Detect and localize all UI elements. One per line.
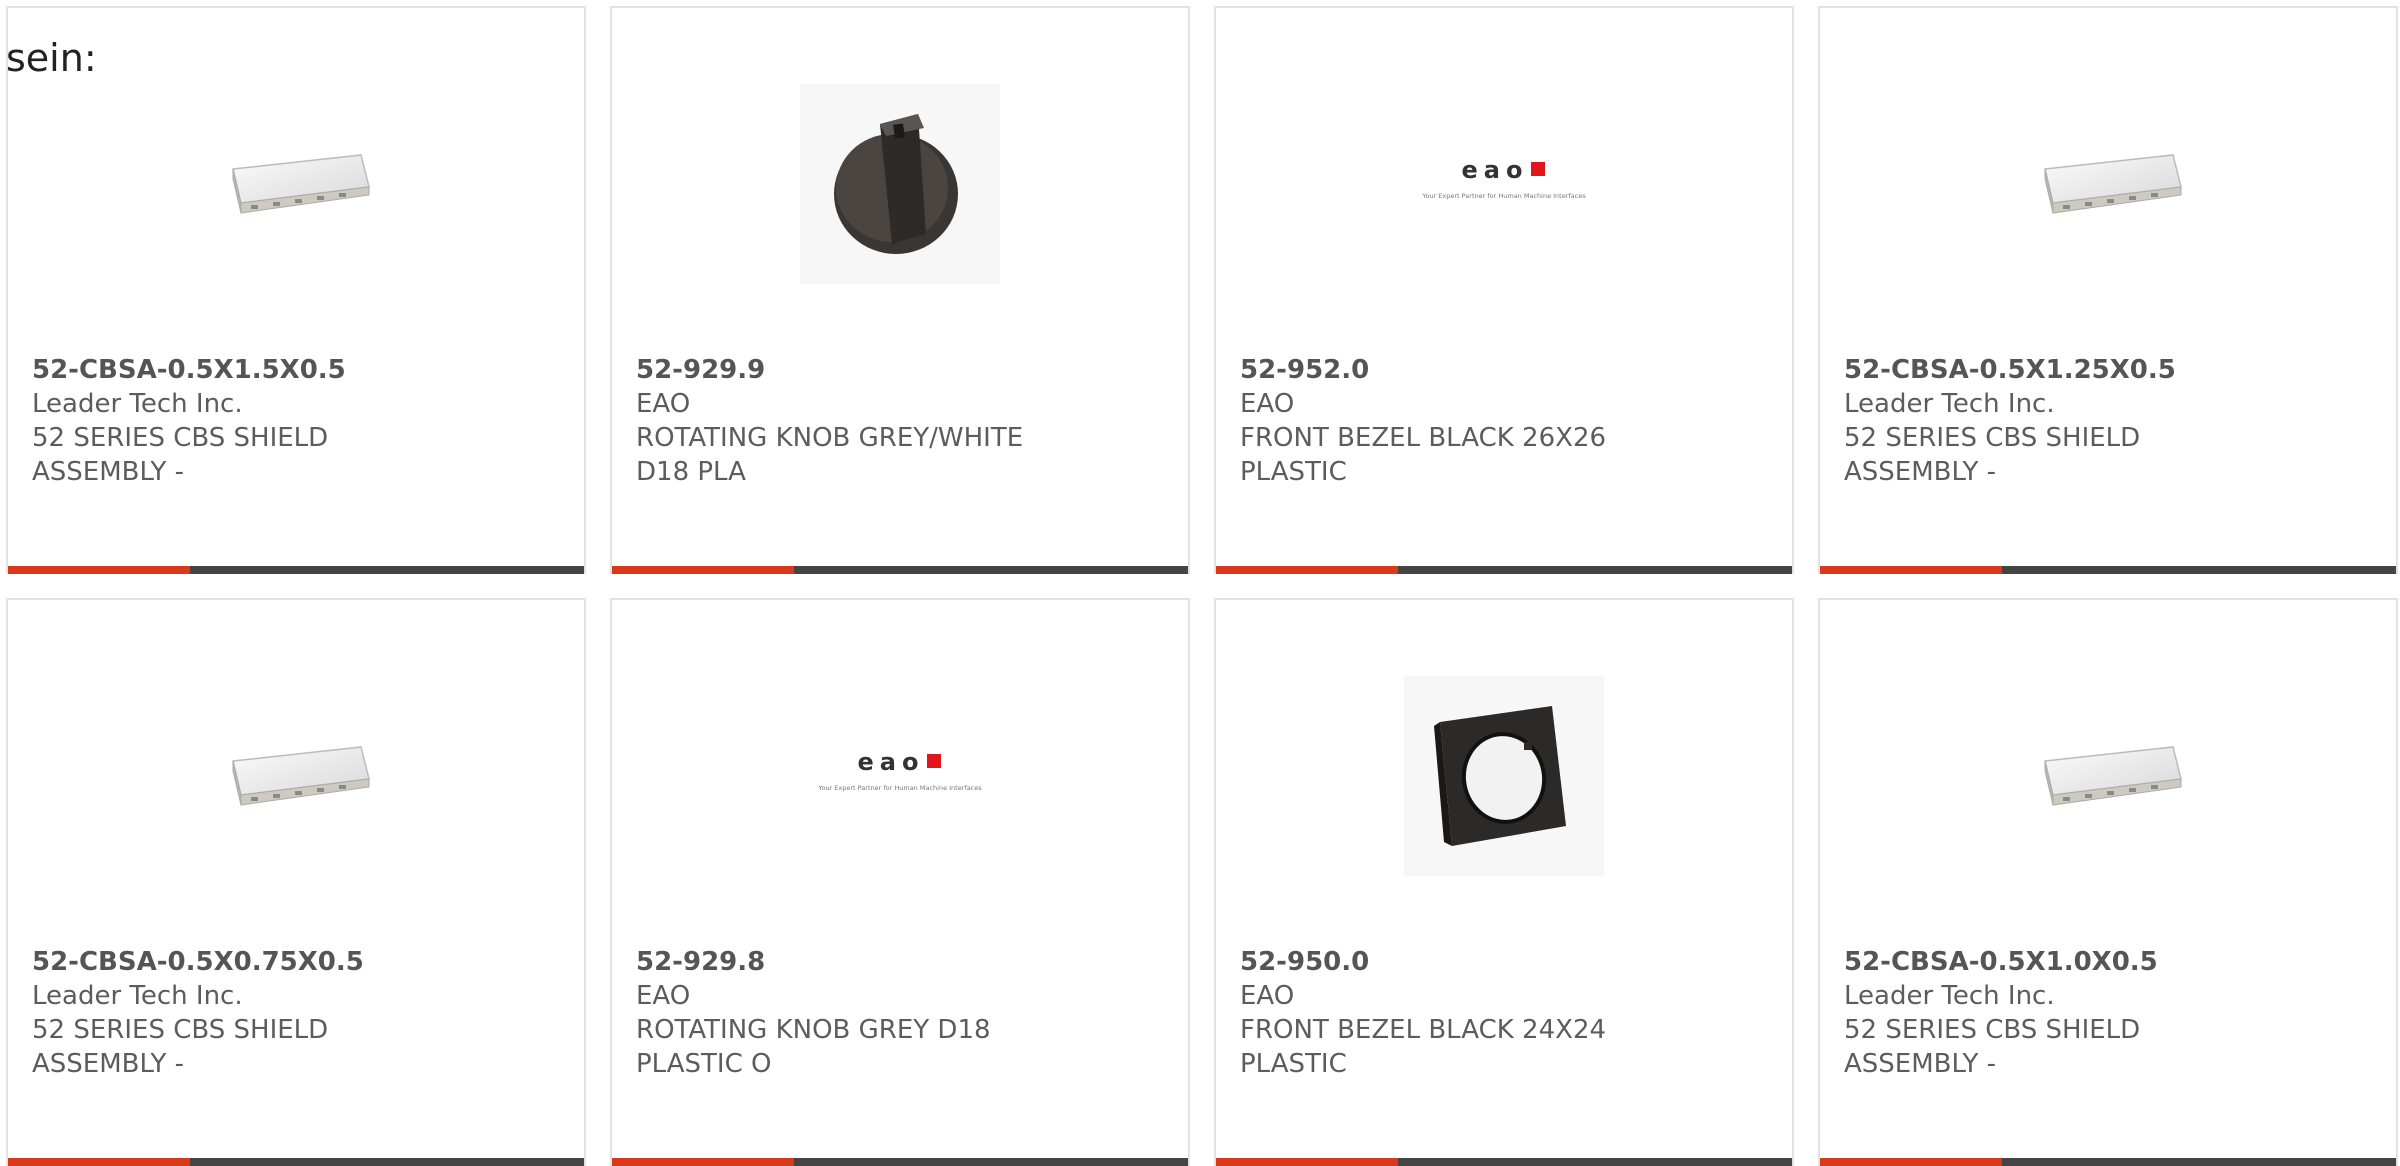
- manufacturer: EAO: [636, 981, 691, 1011]
- shield-assembly-icon: [2044, 746, 2182, 806]
- product-image[interactable]: eao Your Expert Partner for Human Machin…: [1216, 74, 1792, 294]
- rotating-knob-icon: [800, 84, 1000, 284]
- product-card[interactable]: eao Your Expert Partner for Human Machin…: [1214, 6, 1794, 574]
- description-line-1: ROTATING KNOB GREY/WHITE: [636, 423, 1024, 453]
- product-info: 52-CBSA-0.5X1.0X0.5 Leader Tech Inc. 52 …: [1844, 945, 2158, 1081]
- logo-text: eao: [1462, 156, 1529, 184]
- product-image[interactable]: [1820, 666, 2396, 886]
- card-footer-bar: [8, 566, 584, 574]
- product-image[interactable]: [1820, 74, 2396, 294]
- description-line-2: ASSEMBLY -: [1844, 1049, 1997, 1079]
- product-image[interactable]: [612, 74, 1188, 294]
- description-line-1: ROTATING KNOB GREY D18: [636, 1015, 991, 1045]
- logo-text: eao: [858, 748, 925, 776]
- card-footer-bar: [8, 1158, 584, 1166]
- product-card[interactable]: 52-CBSA-0.5X1.5X0.5 Leader Tech Inc. 52 …: [6, 6, 586, 574]
- eao-logo-icon: eao Your Expert Partner for Human Machin…: [1421, 156, 1586, 200]
- part-number[interactable]: 52-CBSA-0.5X0.75X0.5: [32, 945, 364, 979]
- product-card[interactable]: eao Your Expert Partner for Human Machin…: [610, 598, 1190, 1166]
- product-info: 52-929.8 EAO ROTATING KNOB GREY D18 PLAS…: [636, 945, 991, 1081]
- description-line-2: PLASTIC: [1240, 1049, 1347, 1079]
- description-line-1: 52 SERIES CBS SHIELD: [1844, 1015, 2141, 1045]
- card-footer-accent: [612, 566, 794, 574]
- part-number[interactable]: 52-CBSA-0.5X1.25X0.5: [1844, 353, 2176, 387]
- product-card[interactable]: 52-CBSA-0.5X1.0X0.5 Leader Tech Inc. 52 …: [1818, 598, 2398, 1166]
- description-line-2: ASSEMBLY -: [32, 457, 185, 487]
- product-info: 52-952.0 EAO FRONT BEZEL BLACK 26X26 PLA…: [1240, 353, 1606, 489]
- product-card[interactable]: 52-950.0 EAO FRONT BEZEL BLACK 24X24 PLA…: [1214, 598, 1794, 1166]
- description-line-1: 52 SERIES CBS SHIELD: [32, 1015, 329, 1045]
- manufacturer: EAO: [1240, 389, 1295, 419]
- manufacturer: EAO: [1240, 981, 1295, 1011]
- shield-assembly-icon: [2044, 154, 2182, 214]
- card-footer-accent: [1216, 1158, 1398, 1166]
- product-info: 52-CBSA-0.5X1.25X0.5 Leader Tech Inc. 52…: [1844, 353, 2176, 489]
- card-footer-bar: [1216, 1158, 1792, 1166]
- part-number[interactable]: 52-950.0: [1240, 945, 1606, 979]
- section-heading: sein:: [6, 36, 97, 80]
- card-footer-accent: [612, 1158, 794, 1166]
- card-footer-accent: [1216, 566, 1398, 574]
- description-line-1: FRONT BEZEL BLACK 24X24: [1240, 1015, 1607, 1045]
- description-line-2: ASSEMBLY -: [1844, 457, 1997, 487]
- product-card[interactable]: 52-929.9 EAO ROTATING KNOB GREY/WHITE D1…: [610, 6, 1190, 574]
- card-footer-bar: [612, 1158, 1188, 1166]
- card-footer-bar: [1820, 566, 2396, 574]
- product-image[interactable]: [1216, 666, 1792, 886]
- description-line-1: 52 SERIES CBS SHIELD: [32, 423, 329, 453]
- product-image[interactable]: eao Your Expert Partner for Human Machin…: [612, 666, 1188, 886]
- product-image[interactable]: [8, 74, 584, 294]
- description-line-2: PLASTIC: [1240, 457, 1347, 487]
- manufacturer: EAO: [636, 389, 691, 419]
- manufacturer: Leader Tech Inc.: [1844, 389, 2055, 419]
- part-number[interactable]: 52-CBSA-0.5X1.5X0.5: [32, 353, 346, 387]
- shield-assembly-icon: [232, 154, 370, 214]
- card-footer-accent: [8, 566, 190, 574]
- description-line-2: ASSEMBLY -: [32, 1049, 185, 1079]
- eao-logo-icon: eao Your Expert Partner for Human Machin…: [817, 748, 982, 792]
- card-footer-bar: [1820, 1158, 2396, 1166]
- product-card[interactable]: 52-CBSA-0.5X0.75X0.5 Leader Tech Inc. 52…: [6, 598, 586, 1166]
- shield-assembly-icon: [232, 746, 370, 806]
- card-footer-accent: [1820, 566, 2002, 574]
- manufacturer: Leader Tech Inc.: [1844, 981, 2055, 1011]
- part-number[interactable]: 52-952.0: [1240, 353, 1606, 387]
- manufacturer: Leader Tech Inc.: [32, 389, 243, 419]
- description-line-2: PLASTIC O: [636, 1049, 772, 1079]
- part-number[interactable]: 52-929.8: [636, 945, 991, 979]
- description-line-1: 52 SERIES CBS SHIELD: [1844, 423, 2141, 453]
- product-image[interactable]: [8, 666, 584, 886]
- card-footer-accent: [1820, 1158, 2002, 1166]
- product-info: 52-929.9 EAO ROTATING KNOB GREY/WHITE D1…: [636, 353, 1023, 489]
- product-grid: 52-CBSA-0.5X1.5X0.5 Leader Tech Inc. 52 …: [6, 6, 2398, 1166]
- product-info: 52-950.0 EAO FRONT BEZEL BLACK 24X24 PLA…: [1240, 945, 1606, 1081]
- description-line-2: D18 PLA: [636, 457, 746, 487]
- front-bezel-icon: [1404, 676, 1604, 876]
- product-info: 52-CBSA-0.5X0.75X0.5 Leader Tech Inc. 52…: [32, 945, 364, 1081]
- part-number[interactable]: 52-929.9: [636, 353, 1023, 387]
- product-info: 52-CBSA-0.5X1.5X0.5 Leader Tech Inc. 52 …: [32, 353, 346, 489]
- card-footer-bar: [612, 566, 1188, 574]
- card-footer-bar: [1216, 566, 1792, 574]
- logo-tagline: Your Expert Partner for Human Machine In…: [817, 784, 982, 792]
- manufacturer: Leader Tech Inc.: [32, 981, 243, 1011]
- product-card[interactable]: 52-CBSA-0.5X1.25X0.5 Leader Tech Inc. 52…: [1818, 6, 2398, 574]
- description-line-1: FRONT BEZEL BLACK 26X26: [1240, 423, 1607, 453]
- card-footer-accent: [8, 1158, 190, 1166]
- logo-tagline: Your Expert Partner for Human Machine In…: [1421, 192, 1586, 200]
- part-number[interactable]: 52-CBSA-0.5X1.0X0.5: [1844, 945, 2158, 979]
